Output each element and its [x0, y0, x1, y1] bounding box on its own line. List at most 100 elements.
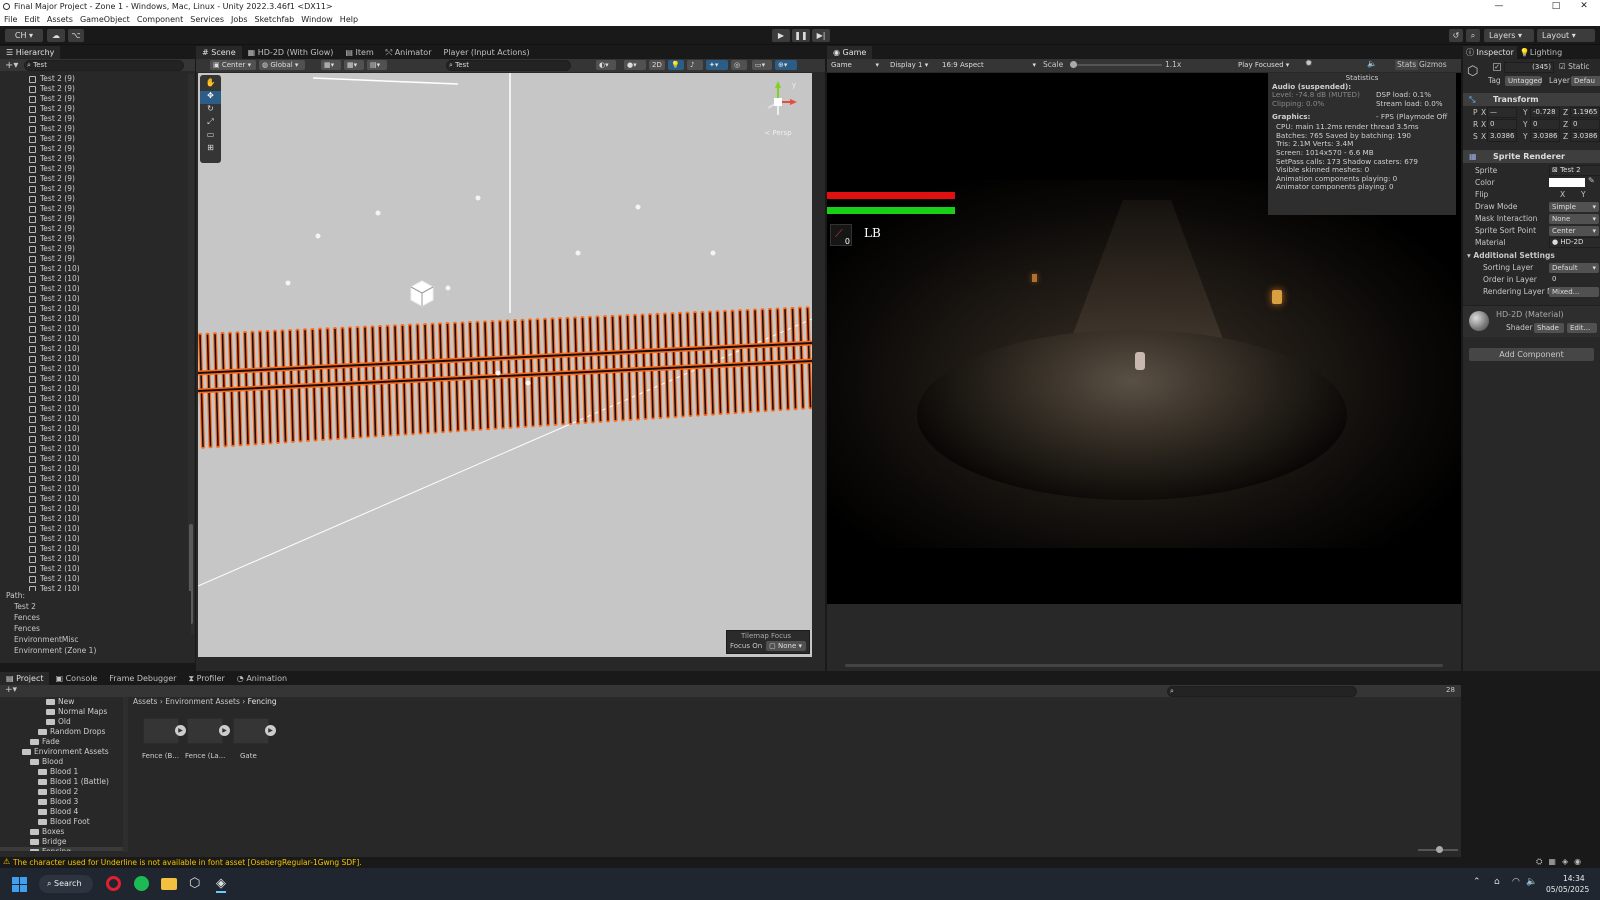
hierarchy-item[interactable]: Test 2 (9) [0, 74, 190, 84]
hierarchy-item[interactable]: Test 2 (10) [0, 434, 190, 444]
hierarchy-item[interactable]: Test 2 (10) [0, 264, 190, 274]
edit-shader-button[interactable]: Edit... [1567, 323, 1597, 333]
audio-toggle-icon[interactable]: ♪ [687, 60, 703, 70]
static-checkbox[interactable]: ☑ Static [1559, 62, 1590, 71]
scale-slider-thumb[interactable] [1070, 61, 1077, 68]
hierarchy-item[interactable]: Test 2 (10) [0, 564, 190, 574]
lighting-toggle-icon[interactable]: 💡 [668, 60, 684, 70]
app-icon[interactable]: ⬡ [189, 876, 200, 891]
project-folder[interactable]: Blood 1 (Battle) [0, 777, 128, 787]
cloud-icon[interactable]: ☁ [47, 29, 65, 42]
tab-player-input[interactable]: Player (Input Actions) [437, 46, 535, 59]
aspect-dropdown[interactable]: 16:9 Aspect ▾ [939, 60, 1039, 70]
hierarchy-item[interactable]: Test 2 (9) [0, 94, 190, 104]
play-icon[interactable]: ▶ [219, 725, 230, 736]
play-icon[interactable]: ▶ [175, 725, 186, 736]
sort-point-dropdown[interactable]: Center ▾ [1549, 226, 1599, 236]
tab-game[interactable]: ◉ Game [827, 46, 873, 59]
hierarchy-item[interactable]: Test 2 (9) [0, 184, 190, 194]
network-icon[interactable]: ⌂ [1494, 877, 1500, 887]
layers-dropdown[interactable]: Layers ▾ [1484, 29, 1534, 42]
hierarchy-item[interactable]: Test 2 (10) [0, 274, 190, 284]
scale-slider[interactable] [1070, 61, 1162, 68]
layer-dropdown[interactable]: Defau [1571, 76, 1600, 86]
asset-gate[interactable]: ▶ [233, 718, 276, 744]
tab-animator[interactable]: ⤲ Animator [380, 46, 438, 59]
hierarchy-item[interactable]: Test 2 (10) [0, 284, 190, 294]
fence-sprite[interactable] [198, 306, 812, 449]
menu-services[interactable]: Services [190, 15, 224, 24]
hierarchy-item[interactable]: Test 2 (10) [0, 334, 190, 344]
search-icon[interactable]: ⌕ [1466, 29, 1480, 42]
project-folder[interactable]: Fencing [0, 847, 128, 851]
increment-snap-icon[interactable]: ▦▾ [344, 60, 364, 70]
pos-y-field[interactable]: -0.728 [1530, 107, 1560, 118]
hierarchy-item[interactable]: Test 2 (9) [0, 224, 190, 234]
hierarchy-item[interactable]: Test 2 (9) [0, 164, 190, 174]
flip-y-checkbox[interactable]: Y [1581, 189, 1586, 201]
grid-snap-icon[interactable]: ▦▾ [321, 60, 341, 70]
opera-icon[interactable] [106, 876, 121, 891]
status-bar[interactable]: ⚠ The character used for Underline is no… [0, 857, 1600, 868]
path-item[interactable]: Test 2 [6, 601, 191, 612]
material-field[interactable]: ● HD-2D [1549, 237, 1600, 248]
menu-edit[interactable]: Edit [24, 15, 40, 24]
active-checkbox[interactable]: ✓ [1493, 63, 1501, 71]
hierarchy-item[interactable]: Test 2 (10) [0, 364, 190, 374]
rotate-tool-icon[interactable]: ↻ [200, 104, 221, 117]
menu-gameobject[interactable]: GameObject [80, 15, 130, 24]
order-in-layer-field[interactable]: 0 [1549, 274, 1600, 285]
draw-mode-icon[interactable]: ◐▾ [596, 60, 616, 70]
close-icon[interactable]: ✕ [1572, 0, 1596, 13]
hierarchy-item[interactable]: Test 2 (10) [0, 344, 190, 354]
project-folder[interactable]: Blood 2 [0, 787, 128, 797]
scene-viewport[interactable]: ✋ ✥ ↻ ⤢ ▭ ⊞ y < Persp Tilemap Focus Focu… [198, 73, 812, 657]
shading-icon[interactable]: ●▾ [624, 60, 646, 70]
tab-hierarchy[interactable]: ☰ Hierarchy [0, 46, 61, 59]
menu-window[interactable]: Window [301, 15, 333, 24]
step-button[interactable]: ▶| [812, 29, 830, 42]
view-tool-icon[interactable]: ✋ [200, 78, 221, 91]
asset-view-slider-thumb[interactable] [1436, 846, 1443, 853]
project-folder[interactable]: Blood Foot [0, 817, 128, 827]
play-button[interactable]: ▶ [772, 29, 790, 42]
project-folder[interactable]: Blood 3 [0, 797, 128, 807]
hierarchy-item[interactable]: Test 2 (9) [0, 114, 190, 124]
menu-help[interactable]: Help [340, 15, 358, 24]
project-search-input[interactable]: ⌕ [1167, 686, 1357, 697]
hierarchy-item[interactable]: Test 2 (10) [0, 444, 190, 454]
account-dropdown[interactable]: CH ▾ [5, 29, 43, 42]
object-name-field[interactable]: (345) [1504, 62, 1554, 73]
cube-gizmo-icon[interactable] [410, 280, 434, 307]
hierarchy-scrollbar[interactable] [188, 74, 194, 634]
tab-frame-debugger[interactable]: Frame Debugger [103, 672, 182, 685]
path-item[interactable]: EnvironmentMisc [6, 634, 191, 645]
hierarchy-item[interactable]: Test 2 (10) [0, 544, 190, 554]
hierarchy-item[interactable]: Test 2 (10) [0, 384, 190, 394]
rect-tool-icon[interactable]: ▭ [200, 130, 221, 143]
hierarchy-item[interactable]: Test 2 (10) [0, 404, 190, 414]
hierarchy-item[interactable]: Test 2 (9) [0, 124, 190, 134]
hierarchy-item[interactable]: Test 2 (10) [0, 574, 190, 584]
menu-file[interactable]: File [4, 15, 17, 24]
project-folder[interactable]: Blood 1 [0, 767, 128, 777]
menu-component[interactable]: Component [137, 15, 183, 24]
gizmos-toggle-icon[interactable]: ⊕▾ [775, 60, 797, 70]
hierarchy-item[interactable]: Test 2 (10) [0, 454, 190, 464]
rot-x-field[interactable]: 0 [1487, 119, 1517, 130]
hierarchy-search-input[interactable]: ⌕ Test [24, 60, 184, 71]
hierarchy-item[interactable]: Test 2 (10) [0, 414, 190, 424]
orientation-gizmo[interactable]: y < Persp [753, 75, 803, 137]
pos-x-field[interactable]: — [1487, 107, 1517, 118]
display-dropdown[interactable]: Display 1 ▾ [887, 60, 937, 70]
persp-label[interactable]: < Persp [753, 129, 803, 137]
hierarchy-item[interactable]: Test 2 (9) [0, 194, 190, 204]
tab-item[interactable]: ▤ Item [339, 46, 379, 59]
effects-toggle-icon[interactable]: ✦▾ [706, 60, 728, 70]
asset-fence-la[interactable]: ▶ [187, 718, 230, 744]
project-folder[interactable]: Old [0, 717, 128, 727]
scl-y-field[interactable]: 3.0386 [1530, 131, 1560, 142]
scl-z-field[interactable]: 3.0386 [1570, 131, 1600, 142]
eyedropper-icon[interactable]: ✎ [1588, 176, 1595, 185]
project-folder[interactable]: Boxes [0, 827, 128, 837]
